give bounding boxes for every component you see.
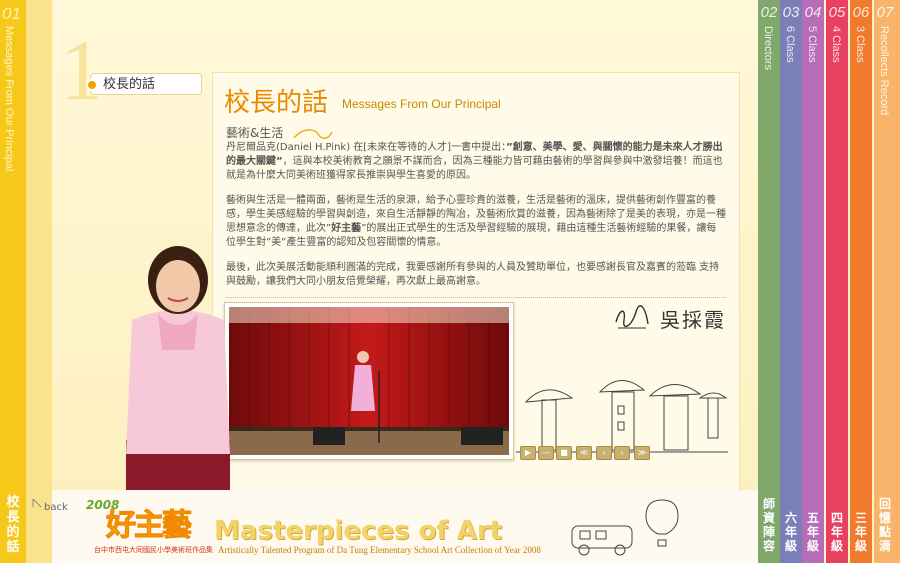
tab-5-class[interactable]: 04 5 Class 五年級 <box>802 0 824 563</box>
tab-3-class[interactable]: 06 3 Class 三年級 <box>850 0 872 563</box>
tab-chinese-label: 校長的話 <box>6 495 20 555</box>
play-button[interactable]: ▶ <box>520 446 536 460</box>
paragraph-1: 丹尼爾品克(Daniel H.Pink) 在[未來在等待的人才]一書中提出：”創… <box>226 142 723 181</box>
bullet-icon <box>86 79 98 91</box>
subheading: 藝術&生活 <box>226 126 284 140</box>
bus-balloon-sketch <box>571 499 679 556</box>
paragraph-2: 藝術與生活是一體兩面，藝術是生活的泉源，給予心靈珍貴的滋養，生活是藝術的溫床，提… <box>226 195 726 248</box>
page-title: 校長的話 <box>224 88 329 118</box>
page-title-english: Messages From Our Principal <box>342 97 501 111</box>
tab-directors[interactable]: 02 Directors 師資陣容 <box>758 0 780 563</box>
principal-signature: 吳採霞 <box>660 308 726 332</box>
first-button[interactable]: ≪ <box>576 446 592 460</box>
next-button[interactable]: › <box>614 446 630 460</box>
tab-english-label: Messages From Our Principal <box>3 26 15 172</box>
logo-subtitle: 台中市西屯大同國民小學美術班作品集 <box>94 546 213 554</box>
masthead-subtitle: Artistically Talented Program of Da Tung… <box>218 545 541 555</box>
divider <box>226 297 726 298</box>
signature-scribble-icon <box>615 305 649 329</box>
principal-portrait <box>126 246 230 492</box>
masthead-title: Masterpieces of Art <box>214 516 503 546</box>
prev-button[interactable]: ‹ <box>596 446 612 460</box>
tab-number: 01 <box>2 4 21 23</box>
last-button[interactable]: ≫ <box>634 446 650 460</box>
tab-principal-message[interactable]: 01 Messages From Our Principal 校長的話 <box>0 0 26 563</box>
stop-button[interactable]: ■ <box>556 446 572 460</box>
paragraph-3: 最後，此次美展活動能順利圓滿的完成，我要感謝所有參與的人員及贊助單位，也要感謝長… <box>226 262 720 287</box>
minus-button[interactable]: — <box>538 446 554 460</box>
tab-6-class[interactable]: 03 6 Class 六年級 <box>780 0 802 563</box>
back-arrow-icon[interactable] <box>32 498 42 508</box>
logo: 好主藝 <box>106 508 193 544</box>
stage-photo <box>224 302 514 460</box>
section-tab[interactable]: 校長的話 <box>90 73 202 95</box>
tab-recollects-record[interactable]: 07 Recollects Record 回憶點滴 <box>874 0 900 563</box>
back-link[interactable]: back <box>44 502 68 513</box>
left-decor-strip <box>26 0 52 563</box>
tab-4-class[interactable]: 05 4 Class 四年級 <box>826 0 848 563</box>
page-number-marker: 1 <box>60 22 103 118</box>
